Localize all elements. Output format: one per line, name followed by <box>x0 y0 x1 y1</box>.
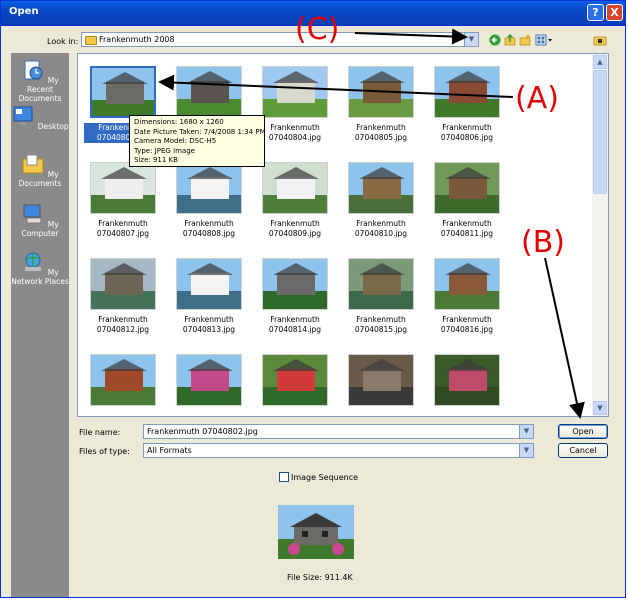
arrow-b <box>544 257 585 419</box>
arrow-c <box>354 28 468 45</box>
arrow-a <box>158 74 514 98</box>
annotation-a: (A) <box>515 81 559 116</box>
annotation-c: (C) <box>295 12 340 47</box>
annotation-b: (B) <box>521 225 565 260</box>
